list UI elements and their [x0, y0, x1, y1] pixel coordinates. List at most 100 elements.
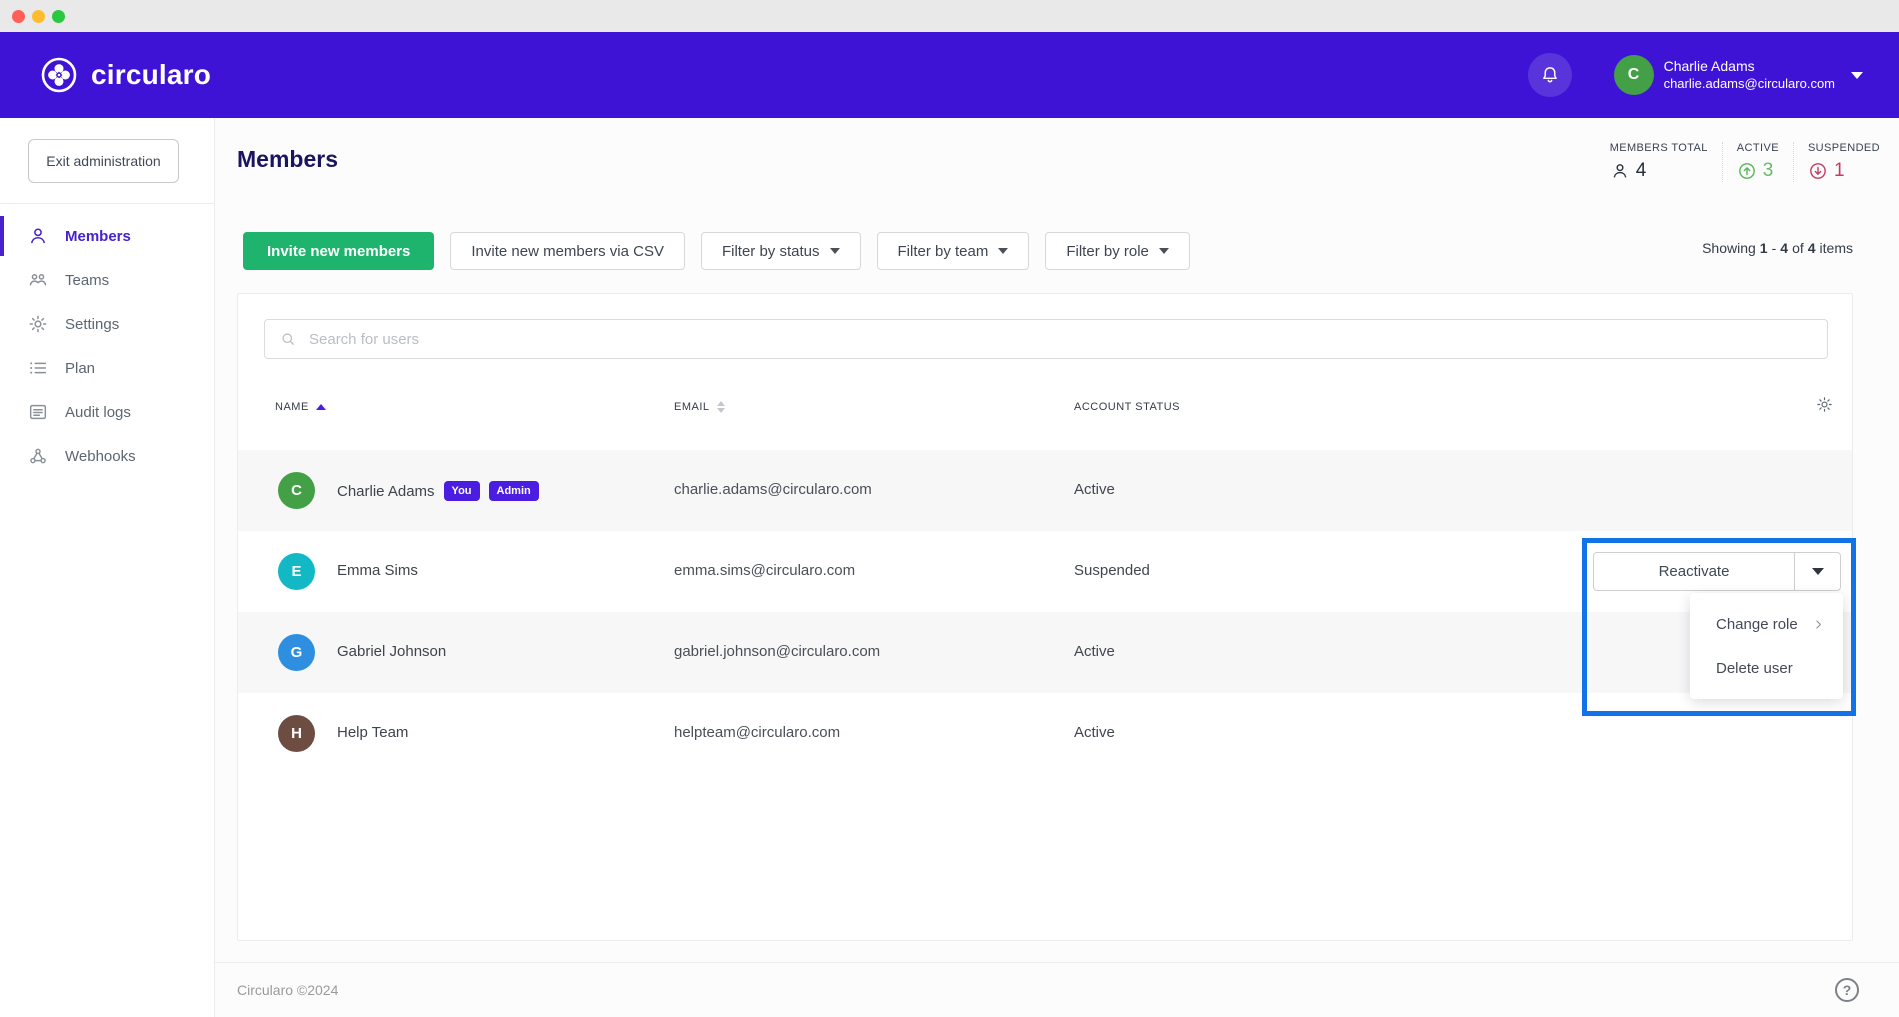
- member-name: Help Team: [337, 724, 408, 741]
- member-email: gabriel.johnson@circularo.com: [674, 643, 880, 660]
- chevron-right-icon: [1812, 618, 1825, 631]
- brand-logo[interactable]: circularo: [40, 56, 211, 94]
- stat-value: 3: [1763, 160, 1774, 182]
- member-name: Gabriel Johnson: [337, 643, 446, 660]
- gear-icon: [27, 313, 49, 335]
- avatar: H: [278, 715, 315, 752]
- gear-icon: [1815, 395, 1834, 414]
- sidebar-item-audit-logs[interactable]: Audit logs: [0, 390, 214, 434]
- admin-badge: Admin: [489, 481, 539, 501]
- app-window: circularo C Charlie Adams charlie.adams@…: [0, 0, 1899, 1017]
- sidebar-item-webhooks[interactable]: Webhooks: [0, 434, 214, 478]
- member-status: Active: [1074, 643, 1115, 660]
- help-icon[interactable]: ?: [1835, 978, 1859, 1002]
- column-header-email[interactable]: EMAIL: [674, 401, 725, 413]
- user-avatar: C: [1614, 55, 1654, 95]
- filter-label: Filter by status: [722, 243, 820, 260]
- avatar: G: [278, 634, 315, 671]
- copyright-text: Circularo ©2024: [237, 982, 338, 998]
- reactivate-split-button: Reactivate: [1593, 552, 1841, 591]
- stat-label: SUSPENDED: [1808, 142, 1880, 154]
- sidebar: Exit administration Members Teams: [0, 118, 215, 1017]
- row-actions-menu: Change role Delete user: [1690, 593, 1843, 699]
- bell-icon: [1539, 64, 1561, 86]
- search-icon: [279, 330, 297, 348]
- chevron-down-icon: [998, 248, 1008, 254]
- user-menu[interactable]: C Charlie Adams charlie.adams@circularo.…: [1614, 55, 1863, 95]
- reactivate-button[interactable]: Reactivate: [1594, 553, 1794, 590]
- toolbar: Invite new members Invite new members vi…: [243, 232, 1190, 270]
- filter-by-team-dropdown[interactable]: Filter by team: [877, 232, 1030, 270]
- menu-item-change-role[interactable]: Change role: [1690, 609, 1843, 639]
- sort-icon: [717, 401, 725, 413]
- filter-label: Filter by role: [1066, 243, 1149, 260]
- exit-administration-button[interactable]: Exit administration: [28, 139, 179, 183]
- table-settings-button[interactable]: [1815, 395, 1834, 414]
- brand-name: circularo: [91, 59, 211, 91]
- member-status: Active: [1074, 724, 1115, 741]
- sidebar-nav: Members Teams Settings: [0, 204, 214, 478]
- table-row[interactable]: C Charlie Adams You Admin charlie.adams@…: [238, 450, 1852, 531]
- page-footer: Circularo ©2024 ?: [215, 962, 1899, 1017]
- column-header-name[interactable]: NAME: [275, 401, 326, 413]
- members-table: C Charlie Adams You Admin charlie.adams@…: [238, 450, 1852, 774]
- menu-item-label: Change role: [1716, 616, 1798, 633]
- table-row[interactable]: G Gabriel Johnson gabriel.johnson@circul…: [238, 612, 1852, 693]
- stat-suspended: SUSPENDED 1: [1793, 142, 1880, 182]
- zoom-window-button[interactable]: [52, 10, 65, 23]
- results-count: Showing1-4of4items: [1702, 240, 1853, 256]
- menu-item-label: Delete user: [1716, 660, 1793, 677]
- notifications-button[interactable]: [1528, 53, 1572, 97]
- filter-label: Filter by team: [898, 243, 989, 260]
- person-icon: [1610, 161, 1630, 181]
- filter-by-status-dropdown[interactable]: Filter by status: [701, 232, 861, 270]
- sidebar-item-label: Audit logs: [65, 404, 131, 421]
- stat-active: ACTIVE 3: [1722, 142, 1793, 182]
- menu-item-delete-user[interactable]: Delete user: [1690, 653, 1843, 683]
- close-window-button[interactable]: [12, 10, 25, 23]
- chevron-down-icon: [1812, 568, 1824, 575]
- sidebar-item-settings[interactable]: Settings: [0, 302, 214, 346]
- person-icon: [27, 225, 49, 247]
- row-actions-toggle[interactable]: [1794, 553, 1840, 590]
- member-name: Emma Sims: [337, 562, 418, 579]
- macos-titlebar: [0, 0, 1899, 32]
- stat-value: 4: [1636, 160, 1647, 182]
- sidebar-item-label: Teams: [65, 272, 109, 289]
- arrow-up-circle-icon: [1737, 161, 1757, 181]
- sidebar-item-label: Settings: [65, 316, 119, 333]
- sidebar-item-label: Webhooks: [65, 448, 136, 465]
- sidebar-item-label: Plan: [65, 360, 95, 377]
- stat-value: 1: [1834, 160, 1845, 182]
- user-name: Charlie Adams: [1664, 58, 1835, 76]
- sort-ascending-icon: [316, 404, 326, 410]
- invite-csv-button[interactable]: Invite new members via CSV: [450, 232, 685, 270]
- member-stats: MEMBERS TOTAL 4 ACTIVE: [1596, 142, 1880, 182]
- page-title: Members: [237, 146, 338, 173]
- sidebar-item-members[interactable]: Members: [0, 214, 214, 258]
- sidebar-item-teams[interactable]: Teams: [0, 258, 214, 302]
- member-email: charlie.adams@circularo.com: [674, 481, 872, 498]
- table-row[interactable]: H Help Team helpteam@circularo.com Activ…: [238, 693, 1852, 774]
- chevron-down-icon: [1159, 248, 1169, 254]
- member-email: helpteam@circularo.com: [674, 724, 840, 741]
- sidebar-item-plan[interactable]: Plan: [0, 346, 214, 390]
- sidebar-item-label: Members: [65, 228, 131, 245]
- member-name: Charlie Adams You Admin: [337, 481, 539, 501]
- table-header: NAME EMAIL ACCOUNT STATUS: [238, 393, 1852, 429]
- stat-members-total: MEMBERS TOTAL 4: [1596, 142, 1722, 182]
- you-badge: You: [444, 481, 480, 501]
- minimize-window-button[interactable]: [32, 10, 45, 23]
- column-header-account-status: ACCOUNT STATUS: [1074, 401, 1180, 413]
- stat-label: MEMBERS TOTAL: [1610, 142, 1708, 154]
- members-panel: NAME EMAIL ACCOUNT STATUS: [237, 293, 1853, 941]
- chevron-down-icon: [1851, 72, 1863, 79]
- avatar: E: [278, 553, 315, 590]
- filter-by-role-dropdown[interactable]: Filter by role: [1045, 232, 1190, 270]
- avatar: C: [278, 472, 315, 509]
- user-email: charlie.adams@circularo.com: [1664, 76, 1835, 92]
- list-icon: [27, 357, 49, 379]
- search-input[interactable]: [309, 331, 1813, 348]
- invite-new-members-button[interactable]: Invite new members: [243, 232, 434, 270]
- document-lines-icon: [27, 401, 49, 423]
